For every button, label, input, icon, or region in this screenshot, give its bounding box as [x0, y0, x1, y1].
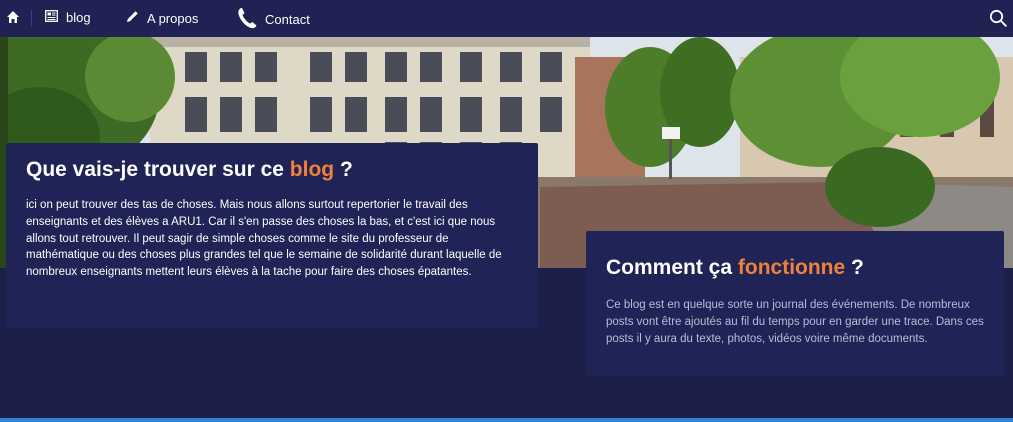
- nav-apropos-link[interactable]: A propos: [126, 10, 198, 26]
- card-body: Ce blog est en quelque sorte un journal …: [606, 299, 984, 345]
- nav-apropos-label: A propos: [147, 10, 199, 26]
- card-title-suffix: ?: [845, 256, 864, 279]
- card-title: Comment ça fonctionne ?: [606, 255, 984, 281]
- info-card-how: Comment ça fonctionne ? Ce blog est en q…: [586, 231, 1004, 376]
- card-title-suffix: ?: [334, 158, 353, 181]
- phone-icon: [237, 7, 257, 32]
- card-body: ici on peut trouver des tas de choses. M…: [26, 199, 502, 278]
- nav-blog-label: blog: [66, 10, 91, 25]
- info-card-what: Que vais-je trouver sur ce blog ? ici on…: [6, 143, 538, 328]
- card-title: Que vais-je trouver sur ce blog ?: [26, 157, 518, 183]
- bottom-accent-line: [0, 418, 1013, 422]
- search-icon[interactable]: [989, 9, 1007, 27]
- home-icon[interactable]: [6, 10, 20, 24]
- card-title-prefix: Comment ça: [606, 256, 738, 279]
- nav-contact-label: Contact: [265, 12, 310, 27]
- nav-blog-link[interactable]: blog: [45, 10, 91, 25]
- card-title-accent: fonctionne: [737, 256, 846, 279]
- card-title-accent: blog: [289, 158, 335, 181]
- nav-divider: [31, 10, 32, 27]
- top-navbar: blog A propos Contact: [0, 0, 1013, 37]
- nav-contact-link[interactable]: Contact: [237, 7, 310, 32]
- newspaper-icon: [45, 10, 58, 25]
- pencil-icon: [126, 10, 139, 26]
- card-title-prefix: Que vais-je trouver sur ce: [26, 158, 290, 181]
